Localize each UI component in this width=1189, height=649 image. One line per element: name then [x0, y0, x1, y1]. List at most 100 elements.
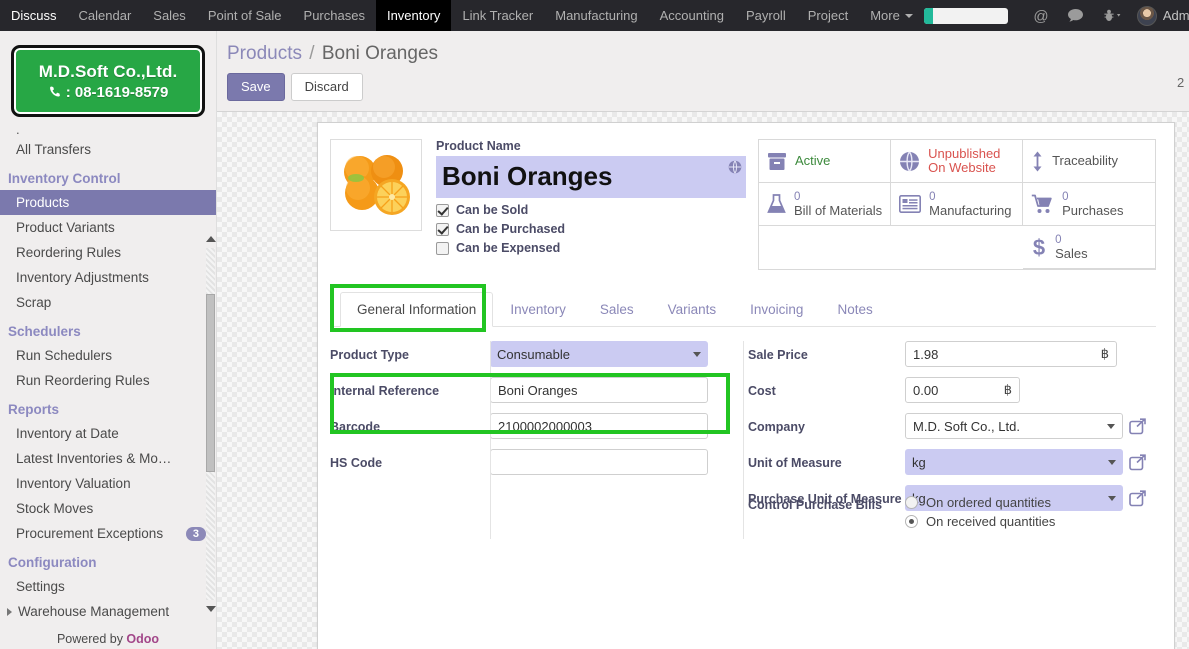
barcode-input[interactable] — [490, 413, 708, 439]
uom-external-link-icon[interactable] — [1129, 453, 1146, 471]
stat-button-purchases[interactable]: 0 Purchases — [1023, 183, 1155, 226]
tab-general-information[interactable]: General Information — [340, 292, 494, 327]
sidebar-section-configuration: Configuration — [8, 555, 97, 570]
sidebar-item-settings[interactable]: Settings — [0, 574, 216, 599]
stat-button-sales[interactable]: $0 Sales — [1023, 226, 1155, 269]
sidebar-item-all-transfers[interactable]: All Transfers — [0, 137, 216, 162]
nav-item-more[interactable]: More — [859, 0, 924, 31]
sidebar-item-warehouse-management[interactable]: Warehouse Management — [0, 599, 216, 624]
barcode-label: Barcode — [330, 420, 381, 434]
nav-item-calendar[interactable]: Calendar — [68, 0, 143, 31]
stat-button-active[interactable]: Active — [759, 140, 892, 183]
sidebar-item-label: Products — [16, 195, 70, 210]
chevron-down-icon — [1107, 423, 1115, 429]
hs-code-input[interactable] — [490, 449, 708, 475]
barcode-value-wrap — [490, 413, 743, 439]
bug-icon[interactable] — [1093, 0, 1131, 31]
odoo-brand-link[interactable]: Odoo — [126, 632, 159, 646]
flask-icon — [767, 194, 786, 214]
chevron-down-icon — [693, 351, 701, 357]
sidebar-item-label: Run Schedulers — [16, 348, 113, 363]
sidebar-item-label: Warehouse Management — [18, 604, 170, 619]
discard-button[interactable]: Discard — [290, 73, 363, 101]
scroll-down-arrow-icon[interactable] — [206, 606, 216, 612]
checkbox-row-can-be-sold: Can be Sold — [436, 203, 758, 217]
product-type-select[interactable]: Consumable — [490, 341, 708, 367]
scrollbar-thumb[interactable] — [206, 294, 215, 472]
stat-empty-cell — [891, 226, 1023, 269]
product-image[interactable] — [330, 139, 422, 231]
translate-globe-icon[interactable] — [728, 160, 742, 177]
sidebar-item-scrap[interactable]: Scrap — [0, 290, 216, 315]
sidebar-item-product-variants[interactable]: Product Variants — [0, 215, 216, 240]
oranges-photo-icon — [332, 141, 420, 229]
logo-company-name: M.D.Soft Co.,Ltd. — [38, 61, 178, 81]
expand-triangle-icon[interactable] — [7, 607, 12, 616]
chevron-down-icon — [904, 13, 913, 18]
radio-on-received-quantities[interactable] — [905, 515, 918, 528]
company-external-link-icon[interactable] — [1129, 417, 1146, 435]
nav-item-purchases[interactable]: Purchases — [293, 0, 376, 31]
nav-item-payroll[interactable]: Payroll — [735, 0, 797, 31]
nav-item-project[interactable]: Project — [797, 0, 859, 31]
product-name-input[interactable] — [436, 156, 746, 198]
sidebar-scrollbar[interactable] — [205, 236, 216, 612]
nav-item-accounting[interactable]: Accounting — [649, 0, 735, 31]
chat-bubble-icon[interactable] — [1058, 0, 1093, 31]
sidebar-item-latest-inventories-mo[interactable]: Latest Inventories & Mo… — [0, 446, 216, 471]
tab-invoicing[interactable]: Invoicing — [733, 292, 820, 327]
sidebar-item-products[interactable]: Products — [0, 190, 216, 215]
cost-input[interactable]: 0.00 ฿ — [905, 377, 1020, 403]
nav-item-link-tracker[interactable]: Link Tracker — [451, 0, 544, 31]
field-unit-of-measure: Unit of Measure kg — [743, 449, 1156, 475]
progress-fill — [923, 7, 933, 24]
cart-icon — [1031, 194, 1054, 214]
nav-item-inventory[interactable]: Inventory — [375, 0, 452, 31]
form-right-column: Sale Price 1.98 ฿ Cost 0.00 ฿ Company M.… — [743, 341, 1156, 539]
sidebar-item-stock-moves[interactable]: Stock Moves — [0, 496, 216, 521]
nav-item-manufacturing[interactable]: Manufacturing — [544, 0, 648, 31]
sidebar-item-inventory-adjustments[interactable]: Inventory Adjustments — [0, 265, 216, 290]
checkbox-can-be-sold[interactable] — [436, 203, 449, 217]
field-company: Company M.D. Soft Co., Ltd. — [743, 413, 1156, 439]
scroll-up-arrow-icon[interactable] — [206, 236, 216, 242]
user-menu[interactable]: Administr — [1131, 5, 1189, 26]
sidebar-item-reordering-rules[interactable]: Reordering Rules — [0, 240, 216, 265]
nav-item-discuss[interactable]: Discuss — [0, 0, 68, 31]
stat-button-traceability[interactable]: Traceability — [1023, 140, 1155, 183]
sidebar-item-run-reordering-rules[interactable]: Run Reordering Rules — [0, 368, 216, 393]
tab-variants[interactable]: Variants — [651, 292, 734, 327]
sidebar-item-procurement-exceptions[interactable]: Procurement Exceptions 3 — [0, 521, 216, 546]
save-button[interactable]: Save — [227, 73, 285, 101]
cost-value-wrap: 0.00 ฿ — [905, 377, 1156, 403]
stat-button-bill-of-materials[interactable]: 0 Bill of Materials — [759, 183, 892, 226]
tab-sales[interactable]: Sales — [583, 292, 651, 327]
breadcrumb-products-link[interactable]: Products — [227, 43, 302, 64]
company-select[interactable]: M.D. Soft Co., Ltd. — [905, 413, 1123, 439]
nav-item-sales[interactable]: Sales — [142, 0, 197, 31]
stat-text: 0 Purchases — [1062, 190, 1123, 218]
tab-inventory[interactable]: Inventory — [493, 292, 583, 327]
unit-of-measure-select[interactable]: kg — [905, 449, 1123, 475]
sale-price-input[interactable]: 1.98 ฿ — [905, 341, 1117, 367]
sidebar-item-run-schedulers[interactable]: Run Schedulers — [0, 343, 216, 368]
nav-item-point-of-sale[interactable]: Point of Sale — [197, 0, 293, 31]
stat-button-unpublished-on-website[interactable]: Unpublished On Website — [891, 140, 1024, 183]
tab-notes[interactable]: Notes — [820, 292, 889, 327]
sidebar-item-inventory-valuation[interactable]: Inventory Valuation — [0, 471, 216, 496]
sidebar-item-label: Procurement Exceptions — [16, 526, 164, 541]
at-icon[interactable]: @ — [1024, 0, 1058, 31]
internal-reference-input[interactable] — [490, 377, 708, 403]
stat-value: 0 — [794, 191, 801, 203]
stat-button-manufacturing[interactable]: 0 Manufacturing — [891, 183, 1024, 226]
nav-item-label: Inventory — [386, 8, 441, 23]
sidebar-item-label: Latest Inventories & Mo… — [16, 451, 172, 466]
record-pager[interactable]: 2 — [1177, 75, 1187, 90]
checkbox-label: Can be Sold — [456, 203, 529, 217]
sidebar-item-inventory-at-date[interactable]: Inventory at Date — [0, 421, 216, 446]
radio-on-ordered-quantities[interactable] — [905, 496, 918, 509]
checkbox-can-be-purchased[interactable] — [436, 222, 449, 236]
radio-label: On ordered quantities — [926, 495, 1052, 510]
logo-phone-number: : 08-1619-8579 — [65, 83, 169, 101]
checkbox-can-be-expensed[interactable] — [436, 241, 449, 255]
